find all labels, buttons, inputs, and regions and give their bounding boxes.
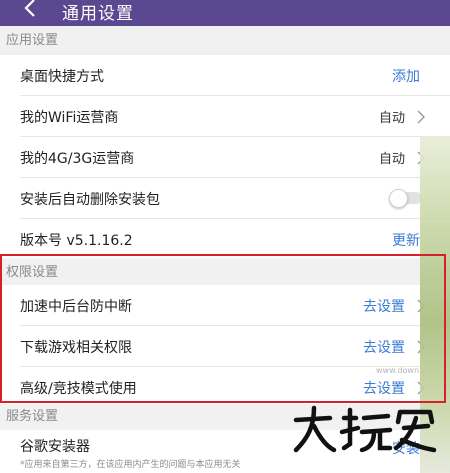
section-header-app: 应用设置 [0, 26, 450, 55]
section-header-permission: 权限设置 [0, 258, 450, 287]
toggle-knob [389, 189, 408, 208]
row-accel-background[interactable]: 加速中后台防中断 去设置 [0, 285, 450, 326]
top-bar: 通用设置 [0, 0, 450, 26]
back-arrow-icon[interactable] [20, 0, 42, 24]
row-label: 谷歌安装器 [20, 439, 90, 455]
row-label: 下载游戏相关权限 [20, 340, 132, 356]
update-button[interactable]: 更新 [392, 230, 420, 250]
watermark-logo [293, 405, 437, 453]
row-auto-delete: 安装后自动删除安装包 [0, 178, 450, 219]
chevron-right-icon [417, 110, 425, 124]
page-title: 通用设置 [62, 4, 134, 24]
row-mobile-carrier[interactable]: 我的4G/3G运营商 自动 [0, 137, 450, 178]
accel-background-settings-link[interactable]: 去设置 [363, 296, 405, 316]
version-label: 版本号 v5.1.16.2 [20, 233, 133, 249]
row-label: 桌面快捷方式 [20, 69, 104, 85]
row-label: 我的WiFi运营商 [20, 110, 119, 126]
download-perm-settings-link[interactable]: 去设置 [363, 337, 405, 357]
row-label: 我的4G/3G运营商 [20, 151, 135, 167]
row-label: 安装后自动删除安装包 [20, 192, 160, 208]
row-label: 加速中后台防中断 [20, 299, 132, 315]
watermark-url: www.down... [376, 366, 427, 375]
auto-delete-toggle[interactable] [389, 189, 422, 208]
mobile-carrier-value: 自动 [378, 152, 405, 167]
third-party-note: *应用来自第三方，在该应用内产生的问题与本应用无关 [20, 460, 241, 470]
row-wifi-carrier[interactable]: 我的WiFi运营商 自动 [0, 96, 450, 137]
row-download-game-perm[interactable]: 下载游戏相关权限 去设置 [0, 326, 450, 367]
wifi-carrier-value: 自动 [378, 111, 405, 126]
row-desktop-shortcut[interactable]: 桌面快捷方式 添加 [0, 55, 450, 96]
row-label: 高级/竞技模式使用 [20, 381, 137, 397]
row-version[interactable]: 版本号 v5.1.16.2 更新 [0, 219, 450, 260]
advanced-mode-settings-link[interactable]: 去设置 [363, 378, 405, 398]
add-shortcut-button[interactable]: 添加 [392, 66, 420, 86]
